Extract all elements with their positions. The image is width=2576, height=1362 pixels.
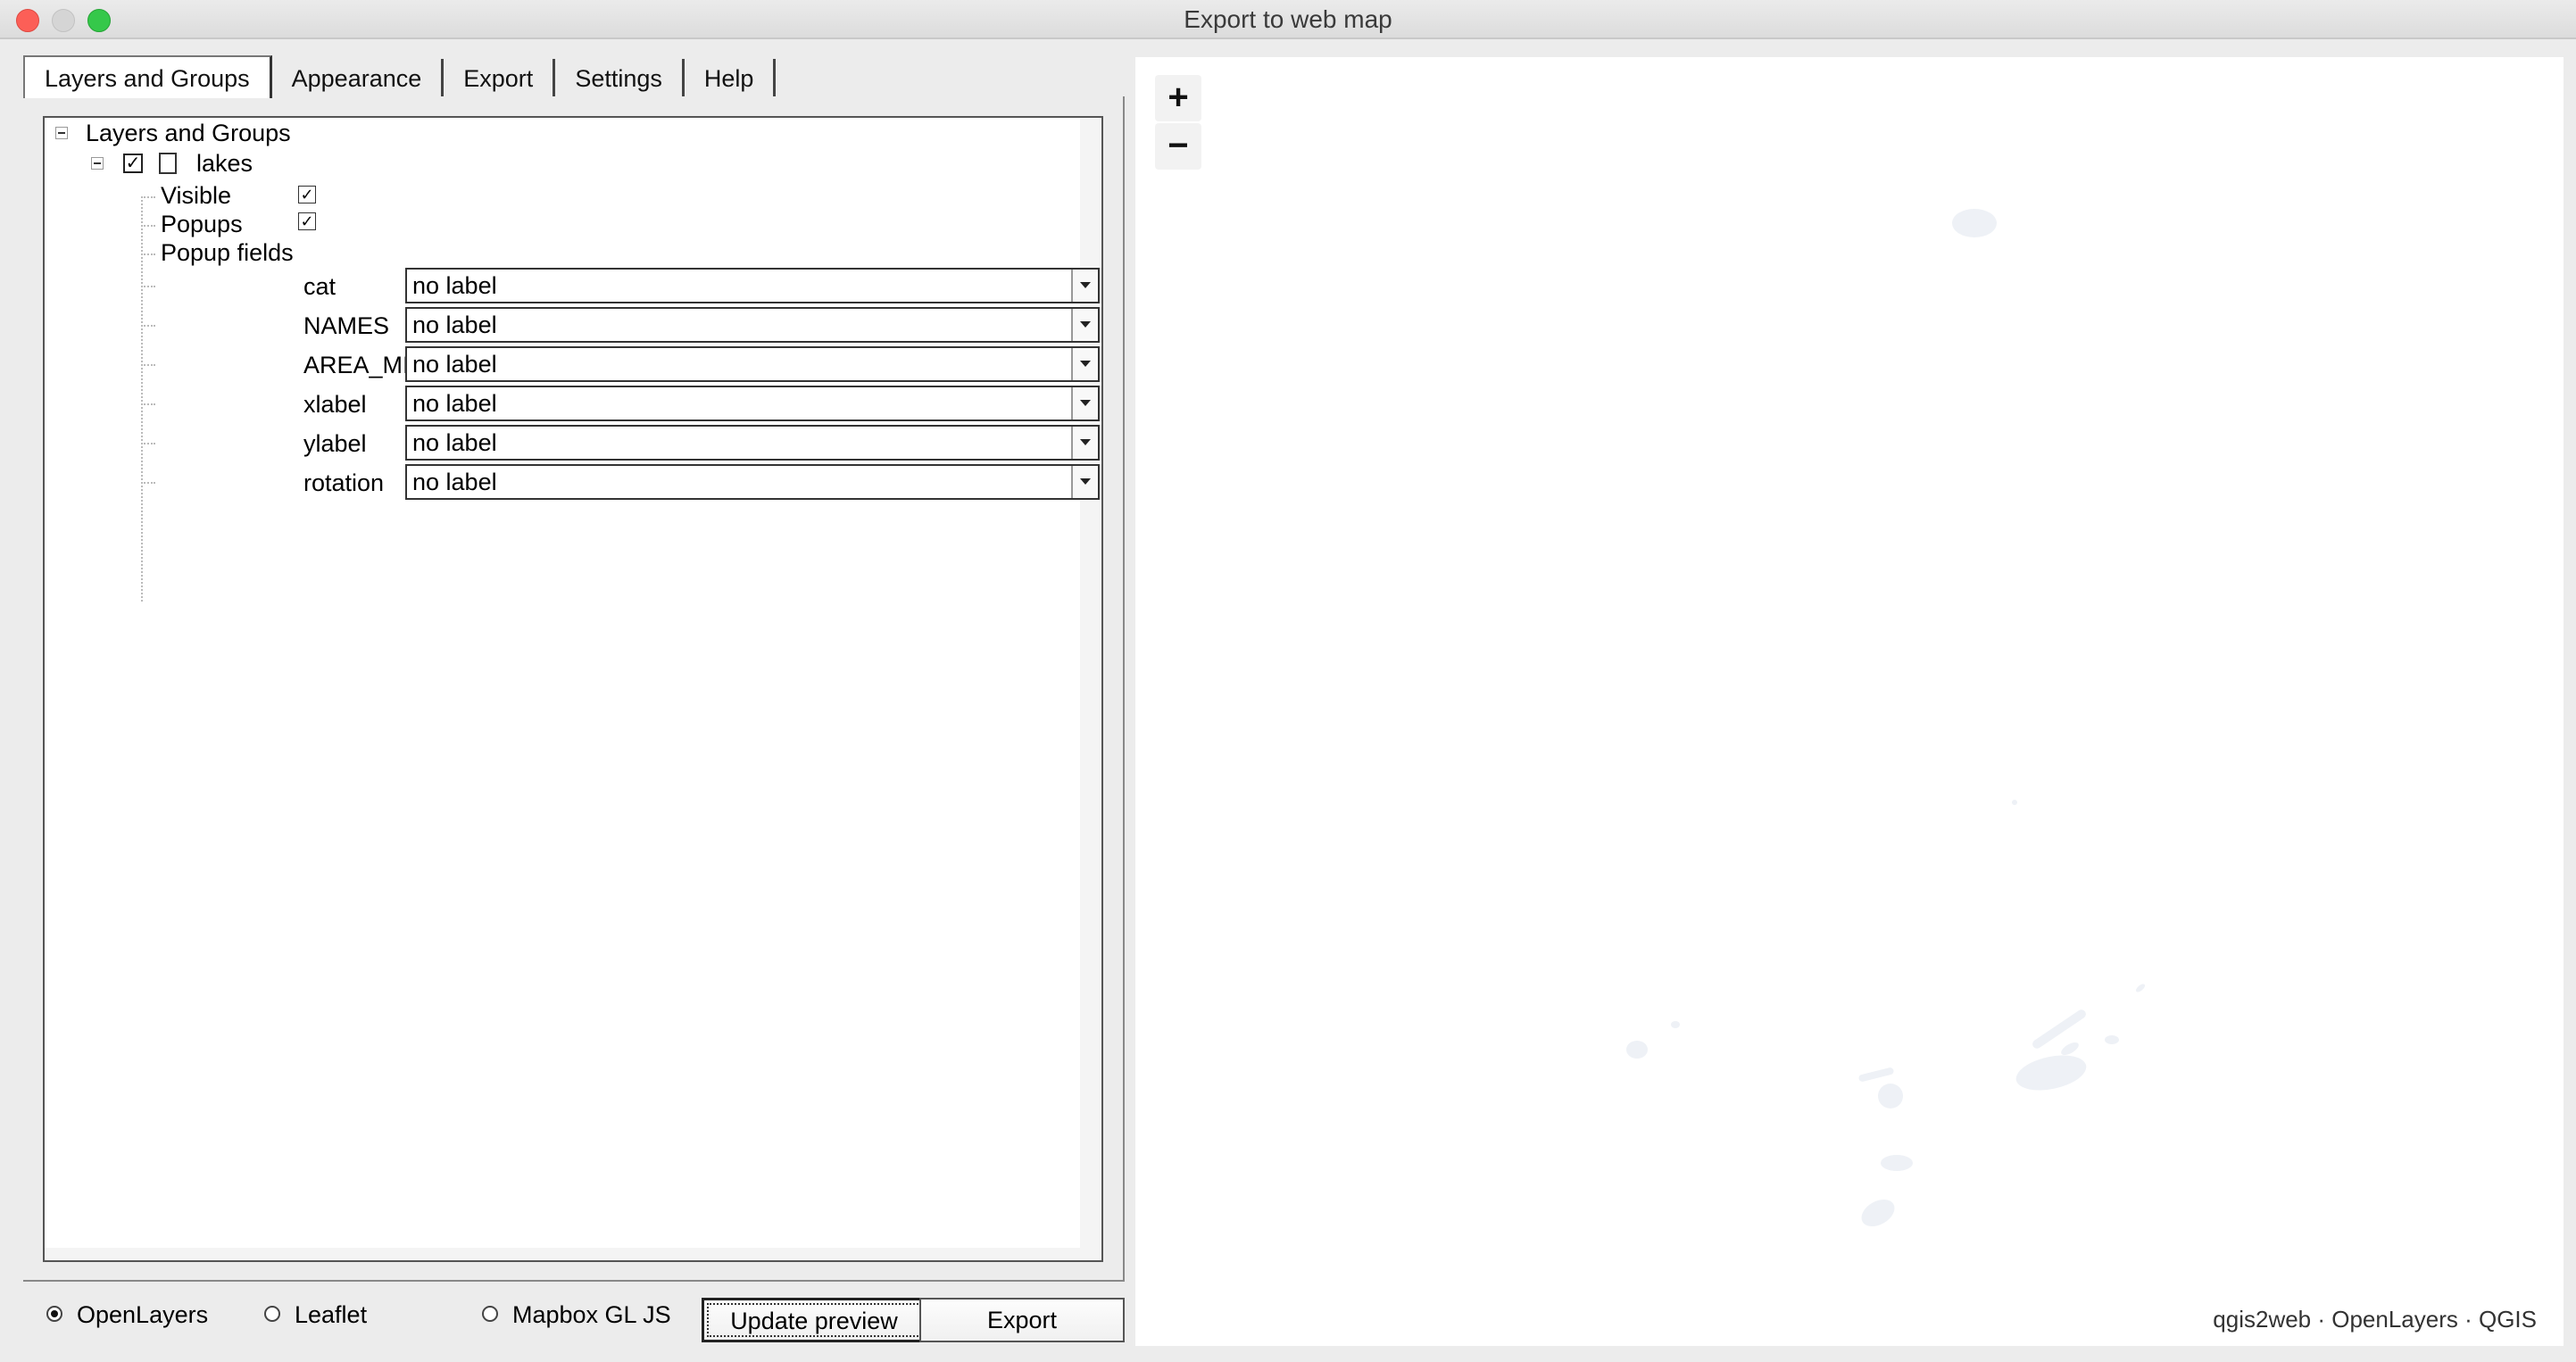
title-bar: Export to web map [0, 0, 2576, 39]
map-preview[interactable]: + − qgis2web · OpenLayers · QGIS [1135, 57, 2564, 1346]
visible-label: Visible [161, 182, 232, 209]
radio-leaflet[interactable]: Leaflet [264, 1301, 367, 1337]
tab-help[interactable]: Help [685, 59, 777, 96]
zoom-out-button[interactable]: − [1155, 123, 1201, 170]
lake-shape [1952, 209, 1997, 237]
tree-connector [141, 225, 155, 227]
radio-label: Mapbox GL JS [512, 1301, 671, 1328]
radio-label: Leaflet [295, 1301, 368, 1328]
dropdown-arrow-icon[interactable] [1071, 427, 1098, 459]
popup-fields-label: Popup fields [161, 239, 294, 266]
lake-shape [2105, 1035, 2119, 1044]
field-label-value: no label [412, 272, 497, 299]
field-label-value: no label [412, 311, 497, 338]
update-preview-button[interactable]: Update preview [702, 1298, 927, 1342]
field-label-select[interactable]: no label [405, 307, 1100, 343]
layers-tree[interactable]: Layers and Groups ✓ lakes Visible ✓ Popu… [43, 116, 1103, 1262]
popups-label: Popups [161, 211, 243, 237]
field-name: AREA_MI [303, 352, 410, 378]
tree-connector [141, 196, 155, 198]
tree-connector [141, 253, 155, 255]
field-name: NAMES [303, 312, 390, 339]
collapse-layer-icon[interactable] [91, 157, 104, 170]
zoom-in-button[interactable]: + [1155, 75, 1201, 121]
tab-appearance[interactable]: Appearance [272, 59, 445, 96]
layer-file-icon [159, 153, 177, 174]
lake-shape [1881, 1155, 1913, 1171]
radio-selected-icon[interactable] [46, 1305, 62, 1322]
field-label-value: no label [412, 469, 497, 495]
field-label-select[interactable]: no label [405, 268, 1100, 303]
collapse-root-icon[interactable] [55, 127, 68, 139]
map-attribution: qgis2web · OpenLayers · QGIS [2213, 1306, 2537, 1333]
layer-checkbox[interactable]: ✓ [123, 154, 143, 173]
field-name: ylabel [303, 430, 367, 457]
field-name: rotation [303, 469, 385, 496]
popup-field-row: xlabel no label [45, 384, 1105, 423]
tab-export[interactable]: Export [444, 59, 556, 96]
dropdown-arrow-icon[interactable] [1071, 270, 1098, 302]
field-label-select[interactable]: no label [405, 346, 1100, 382]
field-label-value: no label [412, 429, 497, 456]
radio-unselected-icon[interactable] [264, 1305, 280, 1322]
layer-name: lakes [196, 150, 253, 177]
field-name: cat [303, 273, 337, 300]
radio-openlayers[interactable]: OpenLayers [46, 1301, 208, 1337]
tree-root-label: Layers and Groups [86, 120, 291, 146]
dropdown-arrow-icon[interactable] [1071, 387, 1098, 419]
tab-bar: Layers and Groups Appearance Export Sett… [23, 55, 777, 98]
tab-layers-and-groups[interactable]: Layers and Groups [23, 55, 272, 98]
dropdown-arrow-icon[interactable] [1071, 309, 1098, 341]
field-label-select[interactable]: no label [405, 386, 1100, 421]
popup-field-row: rotation no label [45, 462, 1105, 502]
field-label-value: no label [412, 351, 497, 378]
lake-shape [1878, 1084, 1903, 1109]
popup-field-row: cat no label [45, 266, 1105, 305]
popup-field-row: ylabel no label [45, 423, 1105, 462]
field-label-select[interactable]: no label [405, 464, 1100, 500]
field-name: xlabel [303, 391, 367, 418]
popup-field-row: NAMES no label [45, 305, 1105, 345]
lake-shape [1857, 1193, 1899, 1233]
radio-label: OpenLayers [77, 1301, 209, 1328]
lake-shape [2013, 1050, 2090, 1096]
popup-field-row: AREA_MI no label [45, 345, 1105, 384]
lake-shape [1626, 1041, 1648, 1059]
window-title: Export to web map [1184, 5, 1392, 33]
field-label-select[interactable]: no label [405, 425, 1100, 461]
export-button[interactable]: Export [919, 1298, 1125, 1342]
tree-scrollbar-horizontal[interactable] [45, 1248, 1101, 1260]
popups-checkbox[interactable]: ✓ [298, 212, 316, 230]
bottom-controls: OpenLayers Leaflet Mapbox GL JS Update p… [23, 1291, 1130, 1348]
dropdown-arrow-icon[interactable] [1071, 348, 1098, 380]
lake-shape [2134, 982, 2147, 994]
lake-shape [2031, 1008, 2088, 1051]
dropdown-arrow-icon[interactable] [1071, 466, 1098, 498]
field-label-value: no label [412, 390, 497, 417]
tab-settings[interactable]: Settings [555, 59, 685, 96]
visible-checkbox[interactable]: ✓ [298, 186, 316, 203]
lake-shape [1857, 1067, 1895, 1083]
radio-mapbox-gl-js[interactable]: Mapbox GL JS [482, 1301, 671, 1337]
radio-unselected-icon[interactable] [482, 1305, 498, 1322]
lake-shape [1671, 1021, 1680, 1028]
lake-shape [2012, 800, 2017, 805]
